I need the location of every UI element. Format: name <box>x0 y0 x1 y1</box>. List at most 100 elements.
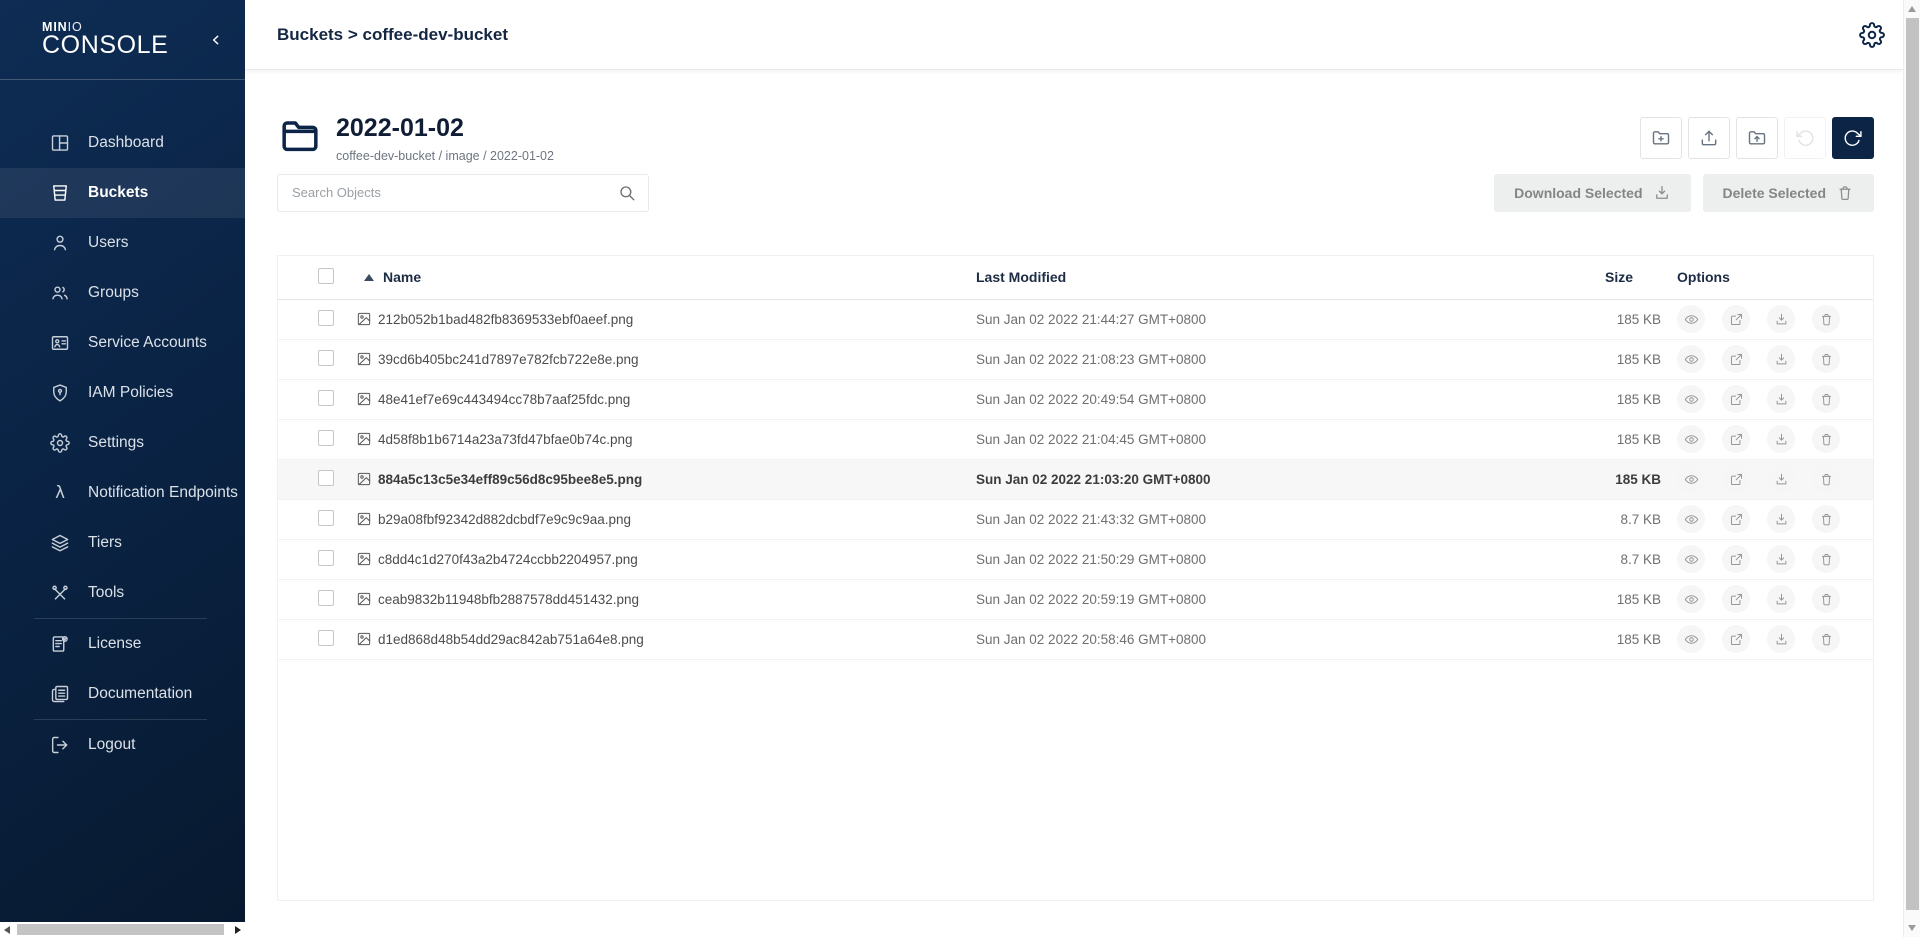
share-icon[interactable] <box>1722 545 1750 573</box>
delete-icon[interactable] <box>1812 305 1840 333</box>
object-name[interactable]: 212b052b1bad482fb8369533ebf0aeef.png <box>378 312 633 327</box>
sidebar-item-service-accounts[interactable]: Service Accounts <box>0 318 245 368</box>
object-name[interactable]: ceab9832b11948bfb2887578dd451432.png <box>378 592 639 607</box>
delete-selected-button[interactable]: Delete Selected <box>1703 174 1875 212</box>
sidebar-item-iam-policies[interactable]: IAM Policies <box>0 368 245 418</box>
object-name[interactable]: 884a5c13c5e34eff89c56d8c95bee8e5.png <box>378 472 642 487</box>
sidebar-item-notification-endpoints[interactable]: λ Notification Endpoints <box>0 468 245 518</box>
scroll-down-arrow-icon[interactable] <box>1908 925 1916 931</box>
sidebar-item-dashboard[interactable]: Dashboard <box>0 118 245 168</box>
row-checkbox[interactable] <box>318 430 334 446</box>
vertical-scrollbar[interactable] <box>1903 0 1920 937</box>
share-icon[interactable] <box>1722 465 1750 493</box>
212b052b1bad482fb8369533ebf0aeef.png[interactable]: 212b052b1bad482fb8369533ebf0aeef.png Sun… <box>278 300 1873 340</box>
row-checkbox[interactable] <box>318 630 334 646</box>
share-icon[interactable] <box>1722 505 1750 533</box>
delete-icon[interactable] <box>1812 625 1840 653</box>
object-name[interactable]: 39cd6b405bc241d7897e782fcb722e8e.png <box>378 352 639 367</box>
sidebar-item-users[interactable]: Users <box>0 218 245 268</box>
row-checkbox[interactable] <box>318 310 334 326</box>
delete-icon[interactable] <box>1812 585 1840 613</box>
scroll-right-arrow-icon[interactable] <box>235 926 241 934</box>
preview-icon[interactable] <box>1677 545 1705 573</box>
create-new-path-button[interactable] <box>1640 117 1682 159</box>
download-icon[interactable] <box>1767 505 1795 533</box>
sidebar-item-documentation[interactable]: Documentation <box>0 669 245 719</box>
row-checkbox[interactable] <box>318 350 334 366</box>
row-checkbox[interactable] <box>318 470 334 486</box>
upload-folder-button[interactable] <box>1736 117 1778 159</box>
download-icon[interactable] <box>1767 385 1795 413</box>
share-icon[interactable] <box>1722 305 1750 333</box>
4d58f8b1b6714a23a73fd47bfae0b74c.png[interactable]: 4d58f8b1b6714a23a73fd47bfae0b74c.png Sun… <box>278 420 1873 460</box>
object-name[interactable]: d1ed868d48b54dd29ac842ab751a64e8.png <box>378 632 644 647</box>
c8dd4c1d270f43a2b4724ccbb2204957.png[interactable]: c8dd4c1d270f43a2b4724ccbb2204957.png Sun… <box>278 540 1873 580</box>
preview-icon[interactable] <box>1677 625 1705 653</box>
vertical-scrollbar-thumb[interactable] <box>1906 18 1919 910</box>
object-name[interactable]: b29a08fbf92342d882dcbdf7e9c9c9aa.png <box>378 512 631 527</box>
preview-icon[interactable] <box>1677 305 1705 333</box>
sidebar-item-settings[interactable]: Settings <box>0 418 245 468</box>
breadcrumb[interactable]: Buckets > coffee-dev-bucket <box>277 25 508 45</box>
download-icon[interactable] <box>1767 585 1795 613</box>
39cd6b405bc241d7897e782fcb722e8e.png[interactable]: 39cd6b405bc241d7897e782fcb722e8e.png Sun… <box>278 340 1873 380</box>
share-icon[interactable] <box>1722 345 1750 373</box>
groups-icon <box>50 283 70 303</box>
object-name[interactable]: c8dd4c1d270f43a2b4724ccbb2204957.png <box>378 552 638 567</box>
horizontal-scrollbar-thumb[interactable] <box>17 924 224 935</box>
sidebar-item-tiers[interactable]: Tiers <box>0 518 245 568</box>
share-icon[interactable] <box>1722 385 1750 413</box>
download-icon[interactable] <box>1767 545 1795 573</box>
preview-icon[interactable] <box>1677 505 1705 533</box>
scroll-up-arrow-icon[interactable] <box>1908 6 1916 12</box>
ceab9832b11948bfb2887578dd451432.png[interactable]: ceab9832b11948bfb2887578dd451432.png Sun… <box>278 580 1873 620</box>
object-path-breadcrumb[interactable]: coffee-dev-bucket / image / 2022-01-02 <box>336 149 554 163</box>
share-icon[interactable] <box>1722 625 1750 653</box>
object-name[interactable]: 4d58f8b1b6714a23a73fd47bfae0b74c.png <box>378 432 633 447</box>
sidebar-collapse-button[interactable] <box>203 27 229 53</box>
column-header-name[interactable]: Name <box>356 269 976 285</box>
settings-gear-button[interactable] <box>1859 22 1885 48</box>
share-icon[interactable] <box>1722 425 1750 453</box>
download-selected-button[interactable]: Download Selected <box>1494 174 1690 212</box>
delete-icon[interactable] <box>1812 505 1840 533</box>
image-file-icon <box>356 311 372 327</box>
row-checkbox[interactable] <box>318 590 334 606</box>
preview-icon[interactable] <box>1677 585 1705 613</box>
download-icon[interactable] <box>1767 465 1795 493</box>
d1ed868d48b54dd29ac842ab751a64e8.png[interactable]: d1ed868d48b54dd29ac842ab751a64e8.png Sun… <box>278 620 1873 660</box>
download-icon[interactable] <box>1767 625 1795 653</box>
sidebar-item-buckets[interactable]: Buckets <box>0 168 245 218</box>
download-icon[interactable] <box>1767 305 1795 333</box>
delete-icon[interactable] <box>1812 545 1840 573</box>
rewind-button[interactable] <box>1784 117 1826 159</box>
upload-file-button[interactable] <box>1688 117 1730 159</box>
select-all-checkbox[interactable] <box>318 268 334 284</box>
row-checkbox[interactable] <box>318 550 334 566</box>
share-icon[interactable] <box>1722 585 1750 613</box>
search-input[interactable] <box>292 185 618 200</box>
download-icon[interactable] <box>1767 425 1795 453</box>
sidebar-item-license[interactable]: License <box>0 619 245 669</box>
sidebar-item-groups[interactable]: Groups <box>0 268 245 318</box>
preview-icon[interactable] <box>1677 465 1705 493</box>
48e41ef7e69c443494cc78b7aaf25fdc.png[interactable]: 48e41ef7e69c443494cc78b7aaf25fdc.png Sun… <box>278 380 1873 420</box>
horizontal-scrollbar[interactable] <box>0 922 245 937</box>
refresh-button[interactable] <box>1832 117 1874 159</box>
delete-icon[interactable] <box>1812 465 1840 493</box>
preview-icon[interactable] <box>1677 385 1705 413</box>
row-checkbox[interactable] <box>318 390 334 406</box>
delete-icon[interactable] <box>1812 345 1840 373</box>
sidebar-item-logout[interactable]: Logout <box>0 720 245 770</box>
884a5c13c5e34eff89c56d8c95bee8e5.png[interactable]: 884a5c13c5e34eff89c56d8c95bee8e5.png Sun… <box>278 460 1873 500</box>
scroll-left-arrow-icon[interactable] <box>4 926 10 934</box>
download-icon[interactable] <box>1767 345 1795 373</box>
sidebar-item-tools[interactable]: Tools <box>0 568 245 618</box>
delete-icon[interactable] <box>1812 425 1840 453</box>
row-checkbox[interactable] <box>318 510 334 526</box>
delete-icon[interactable] <box>1812 385 1840 413</box>
b29a08fbf92342d882dcbdf7e9c9c9aa.png[interactable]: b29a08fbf92342d882dcbdf7e9c9c9aa.png Sun… <box>278 500 1873 540</box>
object-name[interactable]: 48e41ef7e69c443494cc78b7aaf25fdc.png <box>378 392 630 407</box>
preview-icon[interactable] <box>1677 345 1705 373</box>
preview-icon[interactable] <box>1677 425 1705 453</box>
